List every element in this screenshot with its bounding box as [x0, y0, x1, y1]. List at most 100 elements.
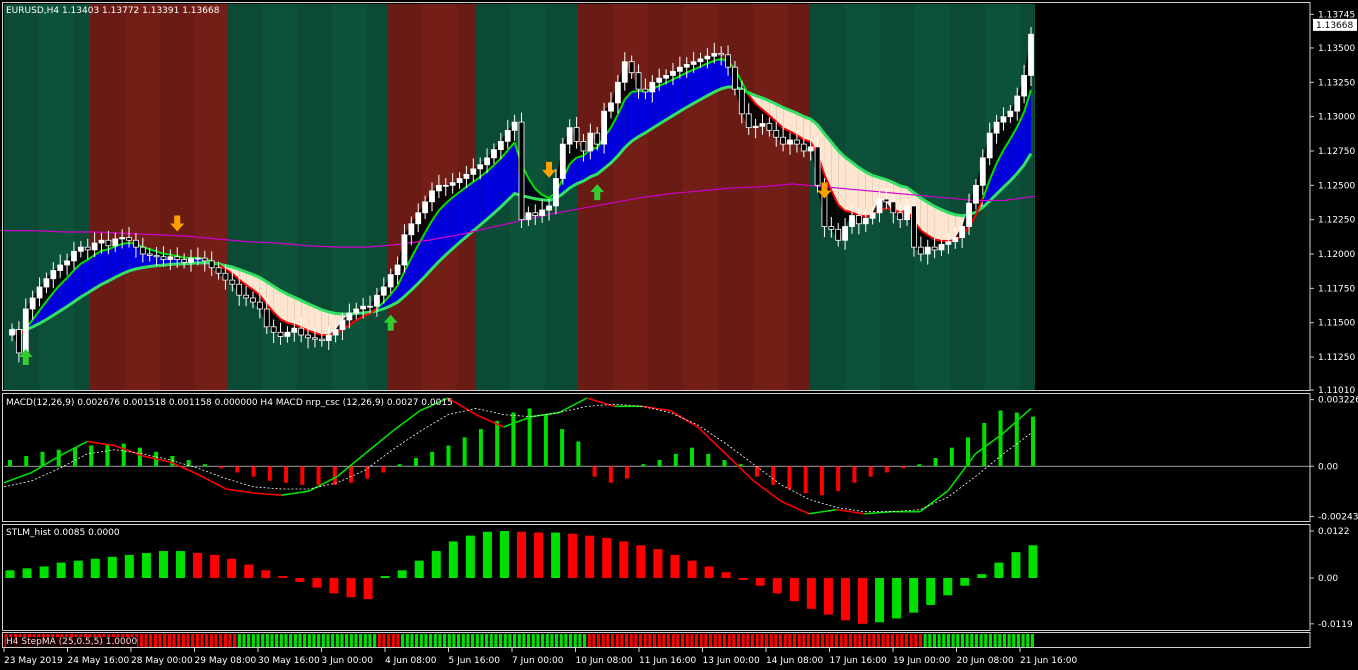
cloud-segment — [941, 209, 949, 242]
macd-title: MACD(12,26,9) 0.002676 0.001518 0.001158… — [6, 398, 453, 408]
stepma-bar — [307, 634, 311, 647]
macd-panel — [3, 397, 1310, 515]
candle-bull — [387, 274, 394, 288]
stepma-bar — [839, 634, 843, 647]
stepma-bar — [634, 634, 638, 647]
time-tick-label: 30 May 16:00 — [258, 656, 320, 666]
stepma-bar — [960, 634, 965, 647]
stepma-bar — [900, 634, 904, 647]
candle-bear — [773, 129, 780, 138]
candle-bear — [780, 136, 787, 145]
candle-bear — [897, 212, 904, 221]
candle-bear — [828, 226, 835, 230]
stepma-bar — [382, 634, 386, 647]
candle-bull — [64, 260, 70, 266]
macd-line-seg — [780, 500, 810, 515]
stlm-bar — [619, 541, 629, 578]
candle-bull — [759, 123, 766, 127]
stepma-bar — [149, 634, 153, 647]
stepma-bar — [727, 634, 731, 647]
stepma-bar — [452, 634, 456, 647]
cloud-segment — [507, 142, 515, 201]
price-tick-label: 1.11010 — [1318, 386, 1355, 396]
stepma-bar — [195, 634, 199, 647]
cloud-segment — [94, 250, 102, 289]
cloud-segment — [672, 75, 680, 116]
candle-bull — [649, 81, 656, 93]
stepma-bar — [755, 634, 759, 647]
stepma-bar — [503, 634, 507, 647]
macd-line-seg — [503, 415, 532, 428]
stepma-bar — [802, 634, 806, 647]
fast-ma-seg — [170, 253, 178, 257]
stlm-bar — [448, 541, 458, 578]
macd-bar — [722, 460, 727, 467]
cloud-segment — [101, 249, 109, 285]
price-tick-label: 1.11750 — [1318, 284, 1355, 294]
stepma-bar — [886, 634, 890, 647]
cloud-segment — [466, 181, 474, 237]
candle-bear — [139, 246, 146, 255]
stepma-bar — [540, 634, 545, 647]
candle-bull — [435, 184, 442, 192]
price-tick-label: 1.11250 — [1318, 353, 1355, 363]
macd-bar — [349, 466, 353, 483]
stepma-bar — [242, 634, 246, 647]
chart-canvas[interactable]: 1.13745 1.13500 1.13250 1.13000 1.12750 1.125… — [0, 0, 1358, 670]
stepma-bar — [275, 634, 279, 647]
stepma-bar — [722, 634, 727, 647]
macd-line-seg — [836, 508, 865, 515]
stepma-bar — [200, 634, 204, 647]
macd-bar — [982, 422, 987, 467]
stepma-bar — [233, 634, 237, 647]
macd-bar — [300, 466, 305, 485]
stepma-bar — [666, 634, 671, 647]
candle-bull — [415, 212, 422, 225]
stepma-bar — [732, 634, 736, 647]
candle-bear — [243, 294, 249, 299]
stlm-tick-label: -0.0119 — [1318, 620, 1353, 630]
stepma-bar — [872, 634, 876, 647]
candle-bull — [904, 205, 910, 221]
cloud-segment — [927, 202, 935, 240]
stlm-bar — [482, 531, 492, 578]
candle-bull — [876, 198, 883, 214]
macd-bar — [430, 451, 435, 467]
stepma-bar — [993, 634, 997, 647]
candle-bear — [573, 127, 580, 142]
stlm-bar — [738, 578, 748, 580]
candle-bull — [339, 319, 346, 330]
stlm-bar — [1011, 552, 1021, 578]
candle-bear — [312, 337, 318, 340]
stlm-bar — [943, 578, 953, 596]
stepma-bar — [942, 634, 946, 647]
stlm-bar — [977, 574, 987, 578]
stepma-bar — [480, 634, 484, 647]
macd-bar — [641, 464, 646, 467]
stepma-bar — [932, 634, 937, 647]
stepma-bar — [289, 634, 293, 647]
current-price-label: 1.13668 — [1316, 21, 1353, 31]
macd-bar — [381, 466, 386, 473]
cloud-segment — [487, 165, 494, 220]
stepma-bar — [708, 634, 713, 647]
stepma-bar — [750, 634, 755, 647]
candle-bear — [181, 259, 188, 263]
stlm-bar — [124, 554, 134, 578]
stepma-bar — [522, 634, 526, 647]
stlm-bar — [22, 568, 32, 578]
cloud-segment — [108, 246, 116, 281]
stepma-bar — [345, 634, 349, 647]
stepma-bar — [517, 634, 521, 647]
macd-bar — [852, 466, 857, 483]
stepma-bar — [923, 634, 927, 647]
macd-bar — [868, 466, 873, 477]
stepma-bar — [321, 634, 325, 647]
candle-bear — [263, 308, 270, 328]
stepma-bar — [526, 634, 531, 647]
macd-bar — [917, 464, 922, 467]
candle-bull — [119, 237, 126, 240]
stepma-bar — [279, 634, 283, 647]
macd-bar — [170, 455, 175, 467]
cloud-segment — [294, 297, 302, 328]
